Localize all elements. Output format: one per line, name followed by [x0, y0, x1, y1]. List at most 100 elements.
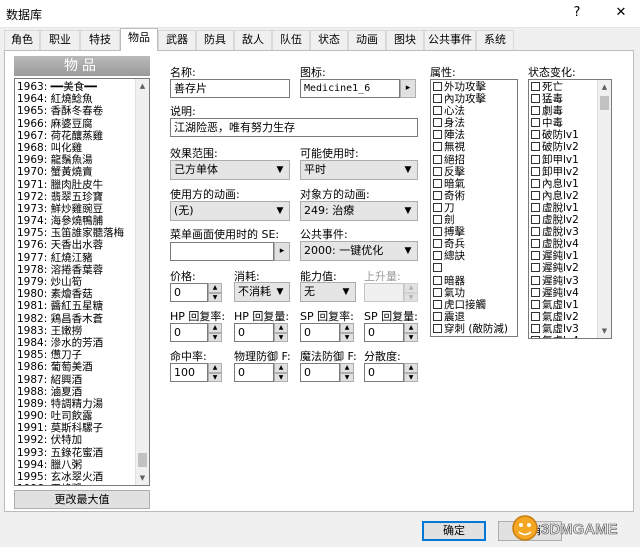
attributes-checkbox-item[interactable]: 絕招 [431, 154, 517, 166]
list-item[interactable]: 1971: 臘肉肚皮牛 [15, 179, 135, 191]
checkbox[interactable] [531, 275, 540, 285]
states-checkbox-item[interactable]: 中毒 [529, 117, 597, 129]
checkbox[interactable] [531, 166, 540, 176]
checkbox[interactable] [433, 311, 442, 321]
list-item[interactable]: 1990: 吐司飲露 [15, 410, 135, 422]
list-item[interactable]: 1966: 麻婆豆腐 [15, 118, 135, 130]
checkbox[interactable] [531, 118, 540, 128]
checkbox[interactable] [531, 311, 540, 321]
list-item[interactable]: 1985: 憊刀子 [15, 349, 135, 361]
checkbox[interactable] [433, 227, 442, 237]
tab-8[interactable]: 状态 [310, 30, 348, 50]
mdef-stepper[interactable]: ▲ ▼ [340, 363, 354, 382]
tab-5[interactable]: 防具 [196, 30, 234, 50]
list-item[interactable]: 1972: 翡翠五珍寶 [15, 191, 135, 203]
scroll-thumb[interactable] [600, 96, 609, 110]
hp-rate-field[interactable]: 0 [170, 323, 208, 342]
variance-stepper[interactable]: ▲ ▼ [404, 363, 418, 382]
checkbox[interactable] [433, 323, 442, 333]
list-item[interactable]: 1975: 玉笛誰家聽落梅 [15, 227, 135, 239]
list-item[interactable]: 1980: 素燴香菇 [15, 288, 135, 300]
price-stepper[interactable]: ▲ ▼ [208, 283, 222, 302]
list-item[interactable]: 1967: 荷花釀蒸雞 [15, 130, 135, 142]
states-checkbox-item[interactable]: 遲鈍lv1 [529, 250, 597, 262]
sp-rate-stepper[interactable]: ▲ ▼ [340, 323, 354, 342]
list-item[interactable]: 1991: 莫斯科騾子 [15, 422, 135, 434]
tab-9[interactable]: 动画 [348, 30, 386, 50]
change-max-button[interactable]: 更改最大值 [14, 490, 150, 509]
checkbox[interactable] [433, 154, 442, 164]
states-checkbox-item[interactable]: 遲鈍lv2 [529, 262, 597, 274]
mdef-field[interactable]: 0 [300, 363, 340, 382]
ability-select[interactable]: 无 ▼ [300, 282, 356, 302]
checkbox[interactable] [433, 275, 442, 285]
checkbox[interactable] [433, 190, 442, 200]
attributes-checkbox-item[interactable]: 刀 [431, 202, 517, 214]
attributes-checkbox-item[interactable]: 反擊 [431, 166, 517, 178]
hp-amount-stepper[interactable]: ▲ ▼ [274, 323, 288, 342]
common-event-select[interactable]: 2000: 一键优化 ▼ [300, 241, 418, 261]
states-checkbox-item[interactable]: 氣虛lv3 [529, 323, 597, 335]
ok-button[interactable]: 确定 [422, 521, 486, 541]
sp-rate-field[interactable]: 0 [300, 323, 340, 342]
states-checkbox-item[interactable]: 虛脫lv4 [529, 238, 597, 250]
attributes-checkbox-item[interactable]: 心法 [431, 105, 517, 117]
price-field[interactable]: 0 [170, 283, 208, 302]
item-listbox[interactable]: 1963: ━━美食━━ 1964: 紅燒鯰魚 1965: 香酥冬春卷 1966: 麻… [14, 78, 150, 486]
checkbox[interactable] [531, 215, 540, 225]
checkbox[interactable] [433, 287, 442, 297]
states-checkbox-item[interactable]: 虛脫lv1 [529, 202, 597, 214]
checkbox[interactable] [531, 190, 540, 200]
attributes-checkbox-item[interactable]: 震退 [431, 311, 517, 323]
checkbox[interactable] [531, 287, 540, 297]
help-button[interactable]: ? [566, 4, 588, 22]
tab-10[interactable]: 图块 [386, 30, 424, 50]
list-item[interactable]: 1986: 葡萄美酒 [15, 361, 135, 373]
description-field[interactable]: 江湖险恶，唯有努力生存 [170, 118, 418, 137]
states-checkbox-item[interactable]: 氣虛lv4 [529, 335, 597, 338]
checkbox[interactable] [531, 299, 540, 309]
attributes-checkbox-item[interactable]: 無視 [431, 141, 517, 153]
list-item[interactable]: 1996: 王蜂漿 [15, 483, 135, 485]
checkbox[interactable] [433, 130, 442, 140]
checkbox[interactable] [531, 130, 540, 140]
checkbox[interactable] [531, 335, 540, 338]
checkbox[interactable] [531, 263, 540, 273]
checkbox[interactable] [531, 239, 540, 249]
scroll-down-icon[interactable]: ▼ [136, 471, 149, 485]
user-animation-select[interactable]: (无) ▼ [170, 201, 290, 221]
list-item[interactable]: 1988: 滷夏酒 [15, 386, 135, 398]
checkbox[interactable] [531, 251, 540, 261]
attributes-checkbox-item[interactable]: 奇兵 [431, 238, 517, 250]
scroll-up-icon[interactable]: ▲ [136, 79, 149, 93]
states-checkbox-item[interactable]: 卸甲lv2 [529, 166, 597, 178]
checkbox[interactable] [433, 142, 442, 152]
list-item[interactable]: 1989: 特調精力湯 [15, 398, 135, 410]
list-item[interactable]: 1970: 蟹黃燒賣 [15, 166, 135, 178]
checkbox[interactable] [531, 154, 540, 164]
states-checkbox-item[interactable]: 死亡 [529, 81, 597, 93]
checkbox[interactable] [433, 239, 442, 249]
checkbox[interactable] [531, 202, 540, 212]
scroll-thumb[interactable] [138, 453, 147, 467]
list-item[interactable]: 1978: 溶捲香葉蓉 [15, 264, 135, 276]
checkbox[interactable] [433, 118, 442, 128]
list-item[interactable]: 1981: 醬紅五星糖 [15, 300, 135, 312]
list-item[interactable]: 1993: 五錄花蜜酒 [15, 447, 135, 459]
hp-rate-stepper[interactable]: ▲ ▼ [208, 323, 222, 342]
effect-range-select[interactable]: 己方单体 ▼ [170, 160, 290, 180]
list-item[interactable]: 1968: 叫化雞 [15, 142, 135, 154]
checkbox[interactable] [433, 263, 442, 273]
target-animation-select[interactable]: 249: 治療 ▼ [300, 201, 418, 221]
consume-select[interactable]: 不消耗 ▼ [234, 282, 290, 302]
attributes-checkbox-item[interactable]: 陣法 [431, 129, 517, 141]
checkbox[interactable] [433, 166, 442, 176]
checkbox[interactable] [531, 178, 540, 188]
menu-se-picker-button[interactable]: ▸ [274, 242, 290, 261]
checkbox[interactable] [433, 94, 442, 104]
checkbox[interactable] [433, 178, 442, 188]
checkbox[interactable] [531, 106, 540, 116]
attributes-checkbox-item[interactable]: 內功攻擊 [431, 93, 517, 105]
attributes-checkbox-item[interactable]: 氣功 [431, 287, 517, 299]
variance-field[interactable]: 0 [364, 363, 404, 382]
